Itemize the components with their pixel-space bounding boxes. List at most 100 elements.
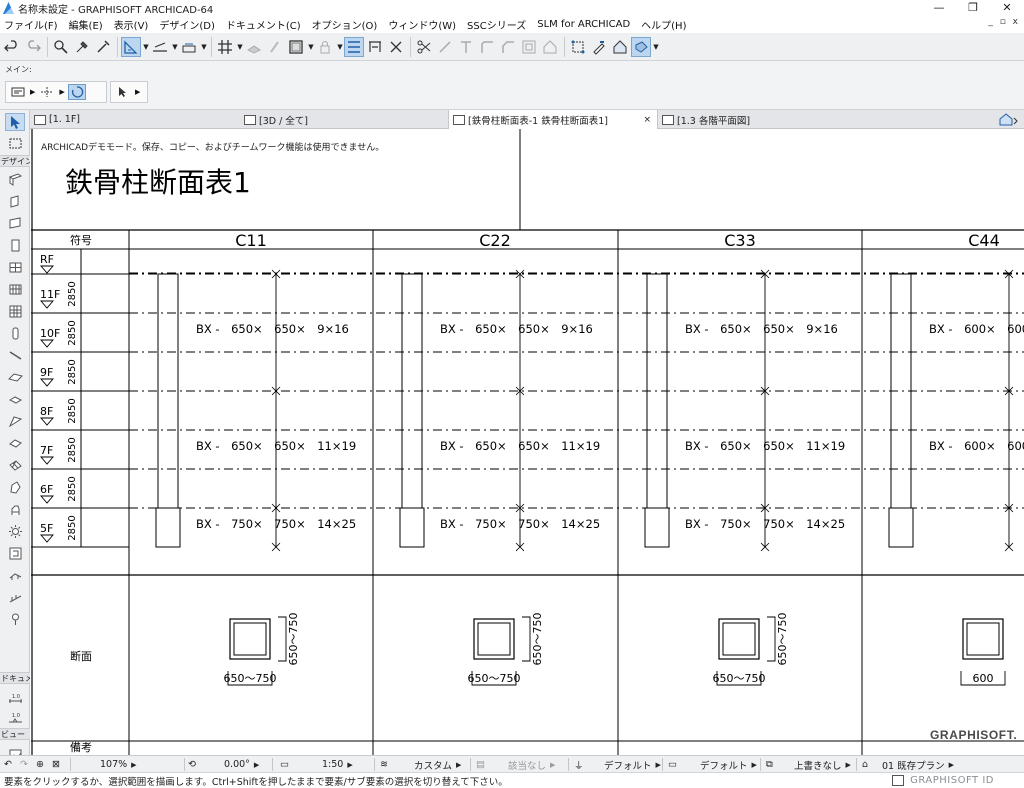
beam-frame-tool-icon[interactable] [5, 588, 25, 606]
trace-icon[interactable] [121, 36, 141, 57]
mesh-tool-icon[interactable] [5, 456, 25, 474]
railing-tool-icon[interactable] [5, 566, 25, 584]
lamp-tool-icon[interactable] [5, 522, 25, 540]
renovation-filter-dropdown[interactable]: 01 既存プラン ▶ [882, 756, 954, 773]
eyedropper-icon[interactable] [72, 37, 92, 57]
grid-snap-icon[interactable] [215, 37, 235, 57]
zoom-area-icon[interactable]: ⊠ [52, 756, 60, 773]
group-icon[interactable] [568, 37, 588, 57]
menu-options[interactable]: オプション(O) [312, 17, 378, 32]
chamfer-icon[interactable] [498, 37, 518, 57]
suspend-groups-icon[interactable] [344, 36, 364, 57]
menu-edit[interactable]: 編集(E) [69, 17, 103, 32]
door-tool-icon[interactable] [5, 258, 25, 276]
split-icon[interactable] [414, 37, 434, 57]
minimize-button[interactable]: — [922, 0, 956, 16]
tab-steel-column-schedule[interactable]: [鉄骨柱断面表-1 鉄骨柱断面表1] × [448, 110, 658, 129]
house-navigator-icon[interactable] [998, 112, 1020, 126]
grid-element-tool-icon[interactable] [5, 302, 25, 320]
slab-tool-icon[interactable] [5, 434, 25, 452]
column-tool-icon[interactable] [5, 192, 25, 210]
pencil-icon[interactable] [265, 37, 285, 57]
graphic-override-dropdown[interactable]: 上書きなし ▶ [794, 756, 851, 773]
snap-reference-icon[interactable] [179, 37, 199, 57]
magic-wand-dropdown-chevron-icon[interactable]: ▼ [652, 43, 660, 51]
rotation-angle-dropdown[interactable]: 0.00° ▶ [224, 756, 259, 773]
roof-tool-icon[interactable] [5, 368, 25, 386]
menu-window[interactable]: ウィンドウ(W) [388, 17, 456, 32]
restore-button[interactable]: ❐ [956, 0, 990, 16]
undo-view-icon[interactable]: ↶ [4, 756, 12, 773]
redo-icon[interactable] [23, 37, 43, 57]
beam-tool-icon[interactable] [5, 214, 25, 232]
arrow-pointer-icon[interactable] [114, 84, 132, 100]
rotate-icon[interactable] [67, 84, 86, 100]
ghost-story-icon[interactable] [244, 37, 264, 57]
layer-icon[interactable] [9, 84, 27, 100]
graphisoft-id-label[interactable]: GRAPHISOFT ID [910, 775, 994, 786]
pointer-chevron-icon[interactable]: ▶ [135, 88, 140, 96]
toolbox-section-design[interactable]: デザイン [0, 155, 30, 167]
tab-close-icon[interactable]: × [643, 115, 651, 125]
menu-view[interactable]: 表示(V) [114, 17, 149, 32]
model-view-dropdown[interactable]: デフォルト ▶ [700, 756, 757, 773]
guide-line-icon[interactable] [150, 37, 170, 57]
zone-tool-icon[interactable] [5, 544, 25, 562]
rotate-view-icon[interactable]: ⟲ [188, 756, 196, 773]
morph-tool-icon[interactable] [5, 478, 25, 496]
adjust-icon[interactable] [435, 37, 455, 57]
find-select-icon[interactable] [51, 37, 71, 57]
shell-tool-icon[interactable] [5, 390, 25, 408]
trace-dropdown-chevron-icon[interactable]: ▼ [142, 43, 150, 51]
wall-tool-icon[interactable] [5, 170, 25, 188]
label-tool-icon[interactable] [5, 610, 25, 628]
skylight-tool-icon[interactable] [5, 412, 25, 430]
tab-floor-plans-1-3[interactable]: [1.3 各階平面図] [658, 110, 868, 129]
lock-icon[interactable] [315, 37, 335, 57]
navigator-shortcut[interactable] [998, 112, 1020, 126]
zoom-in-icon[interactable]: ⊕ [36, 756, 44, 773]
close-button[interactable]: ✕ [990, 0, 1024, 16]
dimension-tool-icon[interactable]: 1.0 [5, 690, 25, 708]
stair-tool-icon[interactable] [5, 346, 25, 364]
grid-dropdown-chevron-icon[interactable]: ▼ [236, 43, 244, 51]
toolbox-section-document[interactable]: ドキュメント [0, 672, 30, 684]
slab-column-tool-icon[interactable] [5, 324, 25, 342]
menu-document[interactable]: ドキュメント(C) [226, 17, 301, 32]
window-tool-icon[interactable] [5, 236, 25, 254]
schedule-drawing-canvas[interactable]: ARCHICADデモモード。保存、コピー、およびチームワーク機能は使用できません… [31, 129, 1024, 755]
tab-floor-plan-1f[interactable]: [1. 1F] [30, 110, 240, 129]
structure-dropdown-chevron-icon[interactable]: ▼ [307, 43, 315, 51]
tab-3d-all[interactable]: [3D / 全て] [240, 110, 448, 129]
level-dimension-tool-icon[interactable]: 1.0 [5, 708, 25, 726]
crossing-icon[interactable] [386, 37, 406, 57]
fillet-icon[interactable] [477, 37, 497, 57]
guide-dropdown-chevron-icon[interactable]: ▼ [171, 43, 179, 51]
menu-slm-for-archicad[interactable]: SLM for ARCHICAD [537, 19, 630, 30]
scale-dropdown[interactable]: 1:50 ▶ [322, 756, 353, 773]
ungroup-icon[interactable] [589, 37, 609, 57]
snap-dropdown-chevron-icon[interactable]: ▼ [200, 43, 208, 51]
arrange-chevron-icon[interactable]: ▶ [59, 88, 64, 96]
layer-chevron-icon[interactable]: ▶ [30, 88, 35, 96]
arrange-icon[interactable] [38, 84, 56, 100]
offset-icon[interactable] [519, 37, 539, 57]
undo-icon[interactable] [2, 37, 22, 57]
toolbox-section-view[interactable]: ビュー [0, 728, 30, 740]
layer-combination-dropdown[interactable]: カスタム ▶ [414, 756, 461, 773]
marquee-tool-icon[interactable] [5, 134, 25, 152]
mdi-controls[interactable]: _ ▫ x [988, 17, 1020, 27]
explode-icon[interactable] [610, 37, 630, 57]
partial-structure-icon[interactable] [286, 37, 306, 57]
dimension-tool-icon[interactable] [365, 37, 385, 57]
object-tool-icon[interactable] [5, 500, 25, 518]
arrow-tool-icon[interactable] [5, 113, 25, 131]
menu-help[interactable]: ヘルプ(H) [641, 17, 686, 32]
pen-set-dropdown[interactable]: 該当なし ▶ [508, 756, 555, 773]
zoom-level-dropdown[interactable]: 107% ▶ [100, 756, 137, 773]
structure-display-dropdown[interactable]: デフォルト ▶ [604, 756, 661, 773]
window-layout-icon[interactable] [892, 775, 904, 786]
curtain-wall-tool-icon[interactable] [5, 280, 25, 298]
menu-ssc-series[interactable]: SSCシリーズ [467, 17, 526, 32]
redo-view-icon[interactable]: ↷ [20, 756, 28, 773]
